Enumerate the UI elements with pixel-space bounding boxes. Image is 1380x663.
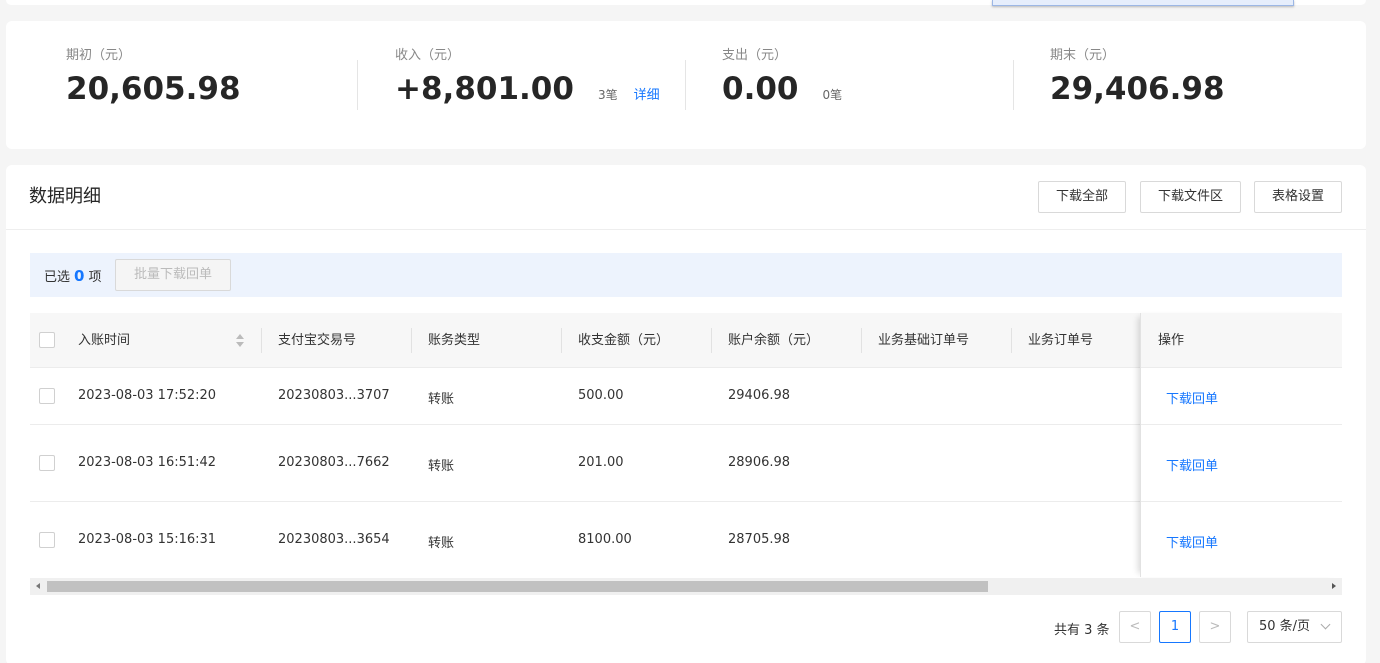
cell-type: 转账	[428, 392, 455, 407]
cell-time: 2023-08-03 15:16:31	[78, 532, 217, 547]
stat-label: 收入（元）	[395, 48, 461, 63]
download-receipt-link[interactable]: 下载回单	[1166, 532, 1218, 551]
column-separator	[711, 328, 712, 353]
divider	[685, 60, 686, 110]
stat-opening: 期初（元） 20,605.98	[66, 47, 241, 109]
next-page-button[interactable]: >	[1199, 611, 1231, 643]
row-checkbox[interactable]	[39, 455, 55, 471]
scroll-right-icon[interactable]	[1332, 583, 1336, 589]
selection-suffix: 项	[88, 270, 102, 285]
page-button-1[interactable]: 1	[1159, 611, 1191, 643]
cell-time: 2023-08-03 17:52:20	[78, 388, 217, 403]
stat-expense: 支出（元） 0.00 0笔	[722, 47, 842, 109]
pagination-total: 共有 3 条	[1054, 623, 1110, 638]
cell-balance: 28906.98	[728, 455, 791, 470]
table-settings-button[interactable]: 表格设置	[1254, 181, 1342, 213]
select-all-checkbox[interactable]	[39, 332, 55, 348]
selection-prefix: 已选	[44, 270, 71, 285]
cell-balance: 29406.98	[728, 388, 791, 403]
cell-time: 2023-08-03 16:51:42	[78, 455, 217, 470]
divider	[1013, 60, 1014, 110]
column-separator	[261, 328, 262, 353]
stat-label: 支出（元）	[722, 48, 788, 63]
column-separator	[1011, 328, 1012, 353]
column-separator	[561, 328, 562, 353]
cell-type: 转账	[428, 536, 455, 551]
column-separator	[861, 328, 862, 353]
horizontal-scrollbar[interactable]	[30, 578, 1342, 595]
cell-amount: 500.00	[578, 388, 624, 403]
scroll-left-icon[interactable]	[36, 583, 40, 589]
selection-count: 0	[74, 267, 85, 285]
stat-count: 3笔	[597, 88, 618, 102]
cell-trade-no: 20230803...3707	[278, 388, 390, 403]
column-separator	[411, 328, 412, 353]
table-header: 入账时间 支付宝交易号 账务类型 收支金额（元） 账户余额（元） 业务基础订单号…	[30, 313, 1342, 368]
cell-trade-no: 20230803...3654	[278, 532, 390, 547]
table-row: 2023-08-03 17:52:20 20230803...3707 转账 5…	[30, 368, 1342, 425]
batch-download-button[interactable]: 批量下载回单	[115, 259, 231, 291]
download-all-button[interactable]: 下载全部	[1038, 181, 1126, 213]
cell-amount: 201.00	[578, 455, 624, 470]
table-row: 2023-08-03 16:51:42 20230803...7662 转账 2…	[30, 425, 1342, 502]
stat-amount: 20,605.98	[66, 71, 241, 107]
detail-title: 数据明细	[29, 186, 101, 207]
stat-label: 期初（元）	[66, 48, 132, 63]
stat-income: 收入（元） +8,801.00 3笔 详细	[395, 47, 660, 109]
stat-count: 0笔	[822, 88, 843, 102]
download-files-button[interactable]: 下载文件区	[1140, 181, 1241, 213]
sort-icon[interactable]	[236, 334, 244, 348]
scrollbar-thumb[interactable]	[47, 581, 988, 592]
table-row: 2023-08-03 15:16:31 20230803...3654 转账 8…	[30, 502, 1342, 578]
cell-balance: 28705.98	[728, 532, 791, 547]
page-size-select[interactable]: 50 条/页	[1247, 611, 1342, 643]
column-header-order: 业务订单号	[1028, 333, 1094, 348]
stat-amount: 29,406.98	[1050, 71, 1225, 107]
row-checkbox[interactable]	[39, 532, 55, 548]
download-receipt-link[interactable]: 下载回单	[1166, 455, 1218, 474]
cell-amount: 8100.00	[578, 532, 632, 547]
summary-panel: 期初（元） 20,605.98 收入（元） +8,801.00 3笔 详细 支出…	[6, 21, 1366, 149]
chevron-down-icon	[1320, 619, 1331, 630]
column-header-base-order: 业务基础订单号	[878, 333, 970, 348]
page-size-value: 50 条/页	[1259, 619, 1311, 634]
prev-page-button[interactable]: <	[1119, 611, 1151, 643]
divider	[357, 60, 358, 110]
selection-bar: 已选 0 项 批量下载回单	[30, 253, 1342, 297]
cell-type: 转账	[428, 459, 455, 474]
stat-label: 期末（元）	[1050, 48, 1116, 63]
cell-trade-no: 20230803...7662	[278, 455, 390, 470]
stat-amount: 0.00	[722, 71, 799, 107]
column-header-time[interactable]: 入账时间	[78, 313, 130, 368]
stat-amount: +8,801.00	[395, 71, 574, 107]
income-detail-link[interactable]: 详细	[634, 84, 660, 103]
stat-closing: 期末（元） 29,406.98	[1050, 47, 1225, 109]
column-header-action: 操作	[1158, 333, 1185, 348]
download-receipt-link[interactable]: 下载回单	[1166, 388, 1218, 407]
detail-panel: 数据明细 下载全部 下载文件区 表格设置 已选 0 项 批量下载回单 入账时间 支付…	[6, 165, 1366, 663]
dropdown-popup-edge	[992, 0, 1294, 6]
detail-header: 数据明细 下载全部 下载文件区 表格设置	[6, 165, 1366, 230]
column-header-trade-no: 支付宝交易号	[278, 333, 357, 348]
selection-text: 已选 0 项	[44, 266, 101, 285]
column-header-balance: 账户余额（元）	[728, 333, 820, 348]
column-header-amount: 收支金额（元）	[578, 333, 670, 348]
row-checkbox[interactable]	[39, 388, 55, 404]
column-header-type: 账务类型	[428, 333, 481, 348]
